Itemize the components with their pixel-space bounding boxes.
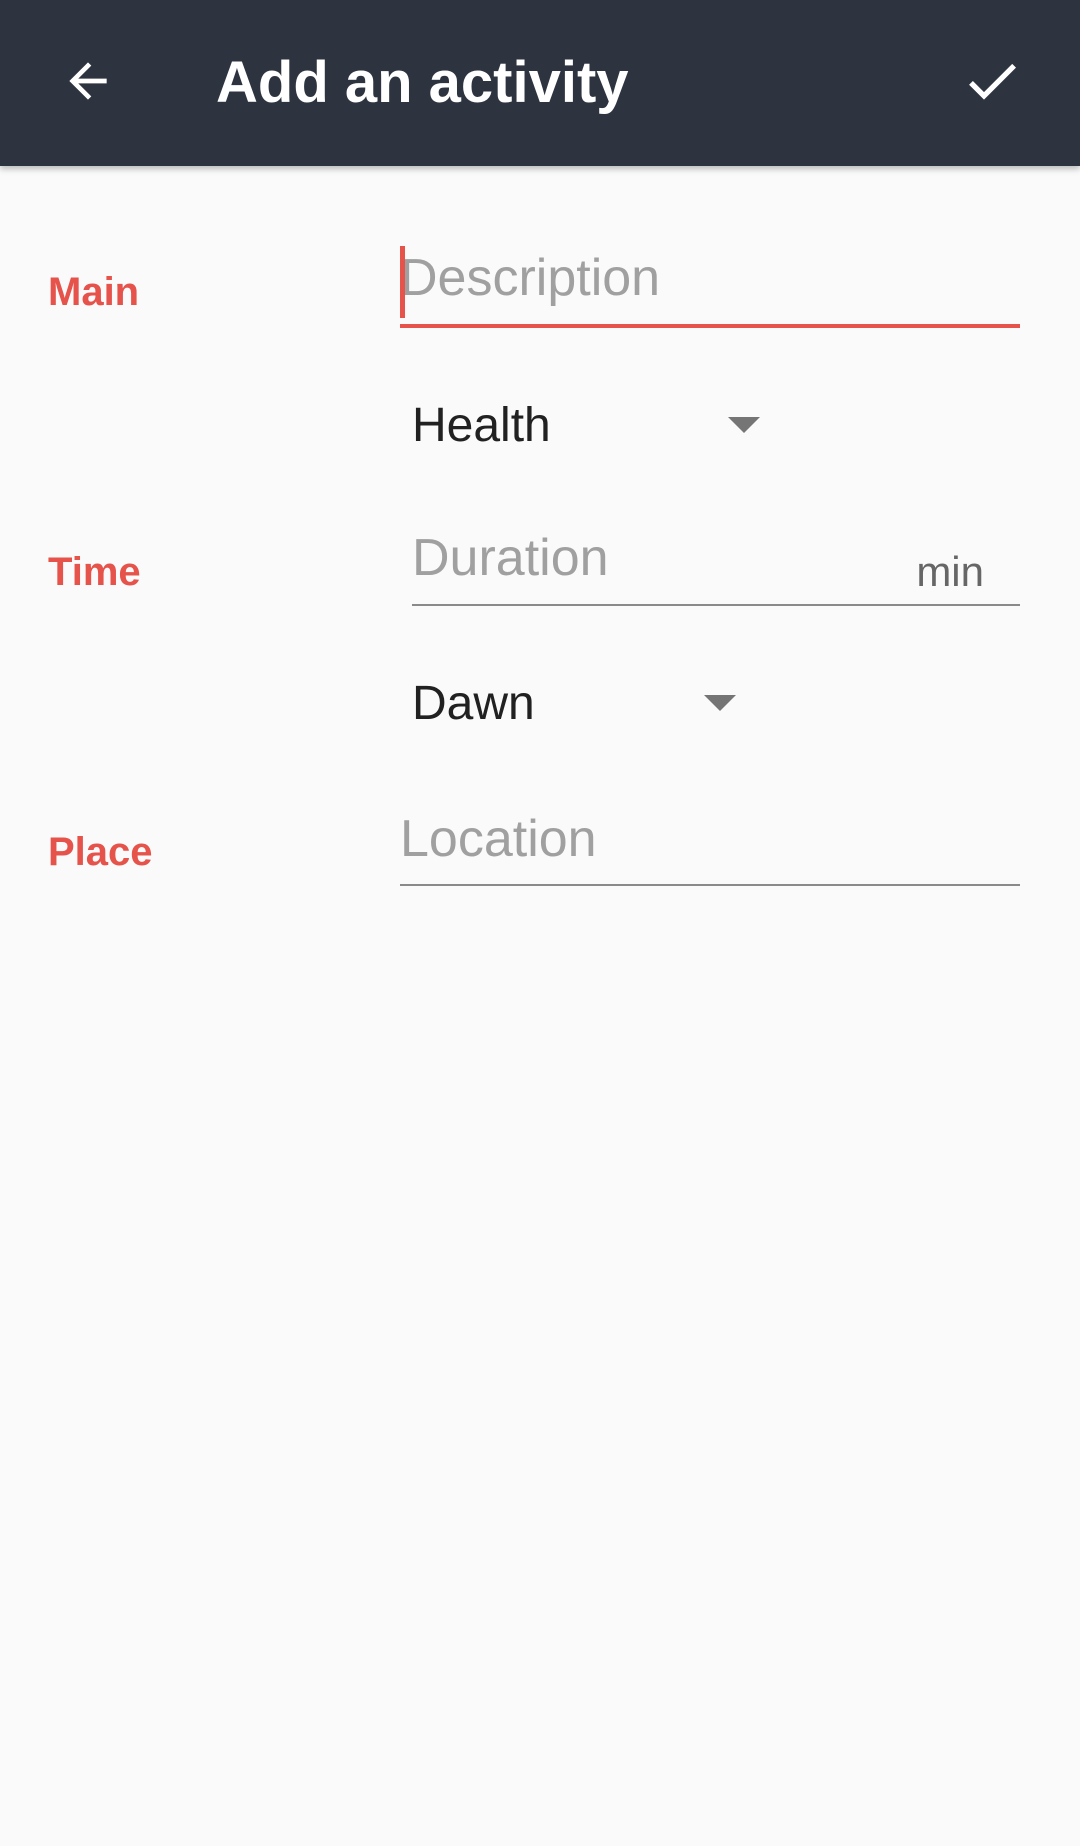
text-caret: [400, 246, 405, 318]
toolbar: Add an activity: [0, 0, 1080, 166]
dropdown-arrow-icon: [704, 695, 736, 711]
time-of-day-spinner[interactable]: Dawn: [412, 668, 752, 738]
app-screen: Add an activity Main Health Time min Daw…: [0, 0, 1080, 1846]
section-label-time: Time: [48, 550, 141, 594]
duration-unit-label: min: [916, 548, 984, 595]
page-title: Add an activity: [216, 50, 629, 115]
location-field[interactable]: [400, 800, 1020, 886]
duration-underline: [412, 604, 1020, 606]
description-input[interactable]: [400, 236, 1020, 328]
category-spinner[interactable]: Health: [412, 390, 772, 460]
dropdown-arrow-icon: [728, 417, 760, 433]
section-label-place: Place: [48, 830, 153, 874]
back-button[interactable]: [40, 35, 136, 131]
description-field[interactable]: [400, 236, 1020, 328]
description-underline: [400, 324, 1020, 328]
confirm-button[interactable]: [944, 35, 1040, 131]
arrow-back-icon: [60, 53, 116, 114]
category-selected: Health: [412, 398, 551, 452]
duration-field[interactable]: min: [412, 520, 1020, 606]
section-label-main: Main: [48, 270, 140, 314]
location-input[interactable]: [400, 800, 1020, 886]
check-icon: [960, 49, 1024, 118]
location-underline: [400, 884, 1020, 886]
time-of-day-selected: Dawn: [412, 676, 535, 730]
